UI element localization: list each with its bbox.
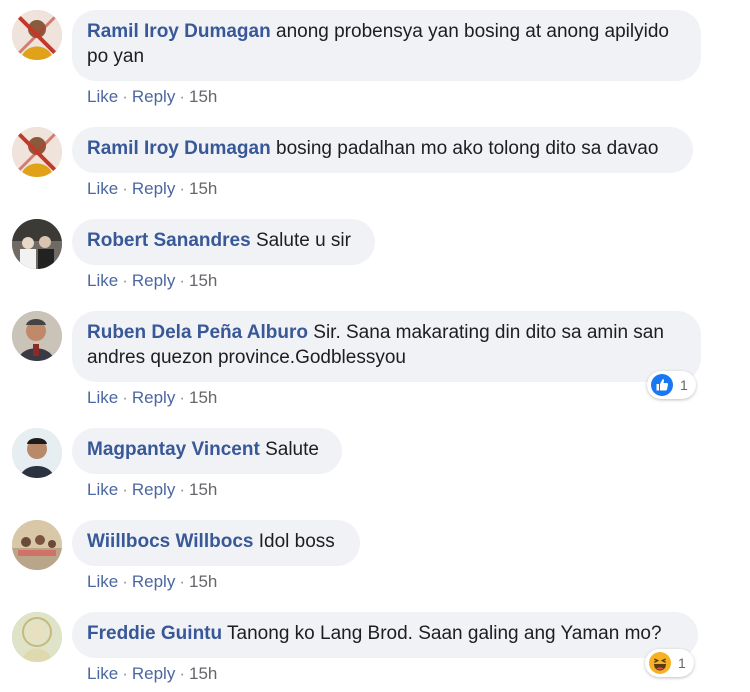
separator: · bbox=[122, 87, 128, 106]
comment-text: Salute u sir bbox=[255, 230, 351, 251]
comment-text: bosing padalhan mo ako tolong dito sa da… bbox=[276, 138, 659, 159]
comment-author[interactable]: Robert Sanandres bbox=[87, 230, 251, 251]
avatar[interactable] bbox=[12, 219, 62, 269]
comment-actions: Like · Reply · 15h bbox=[87, 271, 217, 291]
like-button[interactable]: Like bbox=[87, 480, 118, 499]
comment-bubble: Ruben Dela Peña Alburo Sir. Sana makarat… bbox=[72, 311, 701, 382]
separator: · bbox=[122, 271, 128, 290]
separator: · bbox=[179, 87, 185, 106]
like-button[interactable]: Like bbox=[87, 664, 118, 683]
reply-button[interactable]: Reply bbox=[132, 179, 175, 198]
like-button[interactable]: Like bbox=[87, 572, 118, 591]
comment-actions: Like · Reply · 15h bbox=[87, 179, 217, 199]
reaction-summary[interactable]: 1 bbox=[645, 649, 694, 677]
reply-button[interactable]: Reply bbox=[132, 271, 175, 290]
separator: · bbox=[122, 664, 128, 683]
reply-button[interactable]: Reply bbox=[132, 388, 175, 407]
separator: · bbox=[179, 179, 185, 198]
comment-actions: Like · Reply · 15h bbox=[87, 388, 217, 408]
like-button[interactable]: Like bbox=[87, 271, 118, 290]
comment-text: Idol boss bbox=[258, 531, 335, 552]
comment-bubble: Robert Sanandres Salute u sir bbox=[72, 219, 375, 265]
comment-timestamp[interactable]: 15h bbox=[189, 572, 217, 591]
comment-text: Tanong ko Lang Brod. Saan galing ang Yam… bbox=[227, 623, 662, 644]
comment-bubble: Freddie Guintu Tanong ko Lang Brod. Saan… bbox=[72, 612, 698, 658]
separator: · bbox=[122, 388, 128, 407]
separator: · bbox=[122, 480, 128, 499]
comment-author[interactable]: Magpantay Vincent bbox=[87, 439, 260, 460]
like-reaction-icon bbox=[651, 374, 673, 396]
separator: · bbox=[179, 388, 185, 407]
comment-text: Salute bbox=[265, 439, 319, 460]
comment-actions: Like · Reply · 15h bbox=[87, 87, 217, 107]
comment-author[interactable]: Freddie Guintu bbox=[87, 623, 222, 644]
reply-button[interactable]: Reply bbox=[132, 572, 175, 591]
avatar[interactable] bbox=[12, 10, 62, 60]
comment-timestamp[interactable]: 15h bbox=[189, 179, 217, 198]
comment-author[interactable]: Ruben Dela Peña Alburo bbox=[87, 322, 308, 343]
reaction-count: 1 bbox=[680, 377, 688, 393]
comment-actions: Like · Reply · 15h bbox=[87, 572, 217, 592]
comment-bubble: Ramil Iroy Dumagan bosing padalhan mo ak… bbox=[72, 127, 693, 173]
comment-timestamp[interactable]: 15h bbox=[189, 480, 217, 499]
comment-author[interactable]: Ramil Iroy Dumagan bbox=[87, 21, 271, 42]
reaction-summary[interactable]: 1 bbox=[647, 371, 696, 399]
like-button[interactable]: Like bbox=[87, 179, 118, 198]
comment-list: Ramil Iroy Dumagan anong probensya yan b… bbox=[0, 0, 750, 692]
comment-author[interactable]: Ramil Iroy Dumagan bbox=[87, 138, 271, 159]
separator: · bbox=[179, 664, 185, 683]
separator: · bbox=[122, 572, 128, 591]
avatar[interactable] bbox=[12, 428, 62, 478]
comment-bubble: Ramil Iroy Dumagan anong probensya yan b… bbox=[72, 10, 701, 81]
separator: · bbox=[179, 480, 185, 499]
separator: · bbox=[179, 271, 185, 290]
comment-actions: Like · Reply · 15h bbox=[87, 480, 217, 500]
comment-timestamp[interactable]: 15h bbox=[189, 87, 217, 106]
avatar[interactable] bbox=[12, 520, 62, 570]
reply-button[interactable]: Reply bbox=[132, 480, 175, 499]
avatar[interactable] bbox=[12, 127, 62, 177]
like-button[interactable]: Like bbox=[87, 388, 118, 407]
comment-author[interactable]: Wiillbocs Willbocs bbox=[87, 531, 253, 552]
comment-timestamp[interactable]: 15h bbox=[189, 388, 217, 407]
reply-button[interactable]: Reply bbox=[132, 87, 175, 106]
avatar[interactable] bbox=[12, 311, 62, 361]
haha-reaction-icon bbox=[649, 652, 671, 674]
like-button[interactable]: Like bbox=[87, 87, 118, 106]
reaction-count: 1 bbox=[678, 655, 686, 671]
avatar[interactable] bbox=[12, 612, 62, 662]
separator: · bbox=[179, 572, 185, 591]
comment-bubble: Wiillbocs Willbocs Idol boss bbox=[72, 520, 360, 566]
comment-timestamp[interactable]: 15h bbox=[189, 664, 217, 683]
reply-button[interactable]: Reply bbox=[132, 664, 175, 683]
comment-bubble: Magpantay Vincent Salute bbox=[72, 428, 342, 474]
comment-actions: Like · Reply · 15h bbox=[87, 664, 217, 684]
comment-timestamp[interactable]: 15h bbox=[189, 271, 217, 290]
separator: · bbox=[122, 179, 128, 198]
